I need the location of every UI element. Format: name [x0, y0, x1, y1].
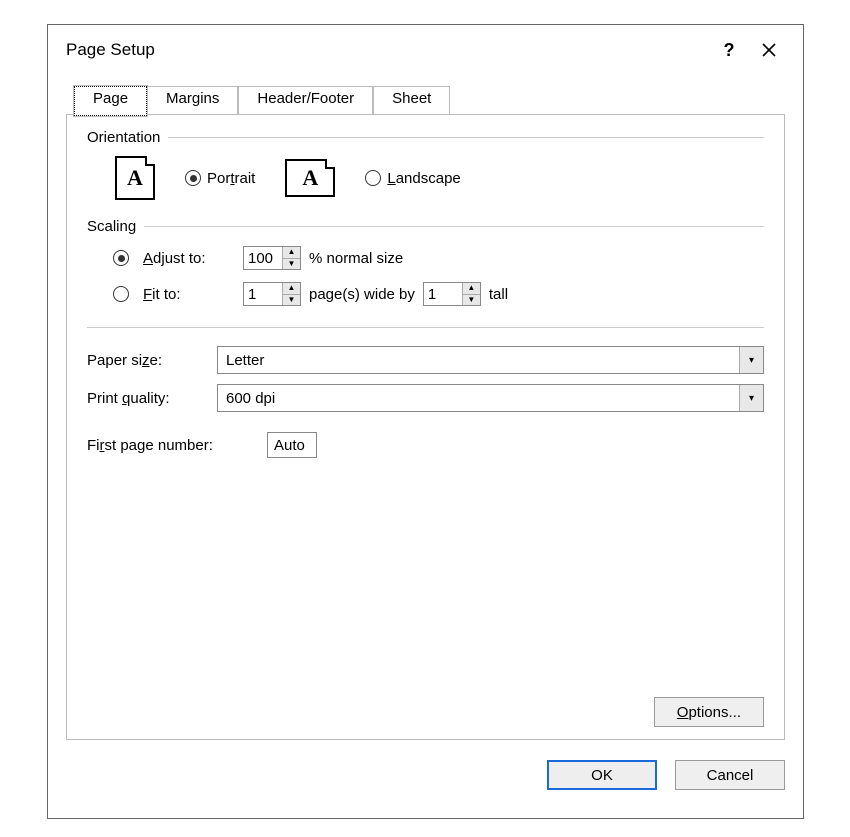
portrait-icon: A — [115, 156, 155, 200]
spin-down-icon[interactable]: ▼ — [463, 295, 480, 306]
adjust-to-value[interactable] — [244, 247, 282, 269]
spinner[interactable]: ▲▼ — [282, 247, 300, 269]
print-quality-dropdown[interactable]: 600 dpi ▾ — [217, 384, 764, 412]
spin-down-icon[interactable]: ▼ — [283, 295, 300, 306]
adjust-to-label: Adjust to: — [143, 250, 235, 267]
spin-down-icon[interactable]: ▼ — [283, 259, 300, 270]
fit-wide-value[interactable] — [244, 283, 282, 305]
fit-to-label: Fit to: — [143, 286, 235, 303]
adjust-to-radio[interactable] — [113, 250, 129, 266]
tab-header-footer[interactable]: Header/Footer — [238, 86, 373, 116]
radio-icon — [185, 170, 201, 186]
landscape-radio-label: Landscape — [387, 170, 460, 187]
spin-up-icon[interactable]: ▲ — [463, 283, 480, 295]
chevron-down-icon: ▾ — [739, 347, 763, 373]
paper-size-dropdown[interactable]: Letter ▾ — [217, 346, 764, 374]
spin-up-icon[interactable]: ▲ — [283, 247, 300, 259]
spinner[interactable]: ▲▼ — [462, 283, 480, 305]
tab-page[interactable]: Page — [74, 86, 147, 116]
close-icon — [761, 42, 777, 58]
page-setup-dialog: Page Setup ? Page Margins Header/Footer … — [47, 24, 804, 819]
help-button[interactable]: ? — [709, 30, 749, 70]
options-button[interactable]: Options... — [654, 697, 764, 727]
tab-strip: Page Margins Header/Footer Sheet — [74, 85, 785, 115]
adjust-to-input[interactable]: ▲▼ — [243, 246, 301, 270]
paper-size-label: Paper size: — [87, 352, 217, 369]
paper-size-value: Letter — [218, 352, 739, 369]
titlebar: Page Setup ? — [48, 25, 803, 75]
fit-to-radio[interactable] — [113, 286, 129, 302]
tall-label: tall — [489, 286, 508, 303]
dialog-footer: OK Cancel — [547, 760, 785, 790]
fit-tall-value[interactable] — [424, 283, 462, 305]
dialog-body: Page Margins Header/Footer Sheet Orienta… — [66, 85, 785, 800]
pages-wide-by-label: page(s) wide by — [309, 286, 415, 303]
normal-size-label: % normal size — [309, 250, 403, 267]
orientation-group: Orientation — [87, 129, 764, 146]
scaling-group: Scaling — [87, 218, 764, 235]
divider — [168, 137, 764, 138]
dialog-title: Page Setup — [66, 40, 709, 60]
fit-tall-input[interactable]: ▲▼ — [423, 282, 481, 306]
radio-icon — [365, 170, 381, 186]
first-page-number-value: Auto — [274, 437, 305, 454]
print-quality-label: Print quality: — [87, 390, 217, 407]
close-button[interactable] — [749, 30, 789, 70]
orientation-label: Orientation — [87, 129, 168, 146]
landscape-icon: A — [285, 159, 335, 197]
divider — [87, 327, 764, 328]
tab-panel-page: Orientation A Portrait A Landscape — [66, 114, 785, 740]
chevron-down-icon: ▾ — [739, 385, 763, 411]
divider — [144, 226, 764, 227]
scaling-label: Scaling — [87, 218, 144, 235]
print-quality-value: 600 dpi — [218, 390, 739, 407]
fit-wide-input[interactable]: ▲▼ — [243, 282, 301, 306]
first-page-number-input[interactable]: Auto — [267, 432, 317, 458]
ok-button[interactable]: OK — [547, 760, 657, 790]
first-page-number-label: First page number: — [87, 437, 267, 454]
tab-sheet[interactable]: Sheet — [373, 86, 450, 116]
tab-margins[interactable]: Margins — [147, 86, 238, 116]
spinner[interactable]: ▲▼ — [282, 283, 300, 305]
portrait-radio[interactable]: Portrait — [185, 170, 255, 187]
spin-up-icon[interactable]: ▲ — [283, 283, 300, 295]
landscape-radio[interactable]: Landscape — [365, 170, 460, 187]
portrait-radio-label: Portrait — [207, 170, 255, 187]
cancel-button[interactable]: Cancel — [675, 760, 785, 790]
